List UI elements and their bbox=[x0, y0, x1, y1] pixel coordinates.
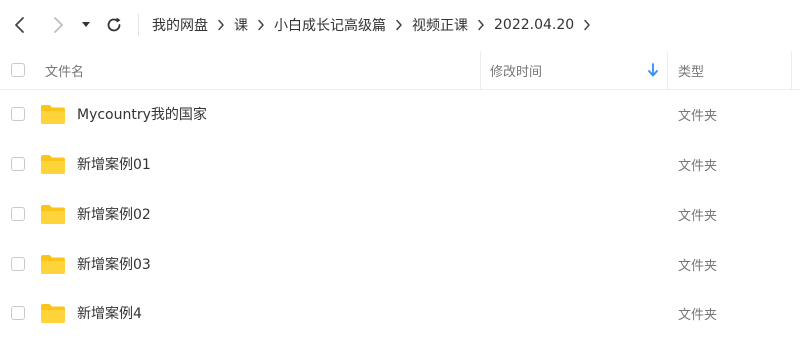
forward-button[interactable] bbox=[46, 13, 70, 37]
column-divider[interactable] bbox=[667, 51, 668, 89]
file-name[interactable]: Mycountry我的国家 bbox=[77, 104, 207, 124]
file-type: 文件夹 bbox=[678, 209, 718, 224]
back-button[interactable] bbox=[8, 13, 32, 37]
column-header-modified[interactable]: 修改时间 bbox=[490, 61, 542, 80]
select-all-checkbox[interactable] bbox=[11, 63, 25, 77]
file-name[interactable]: 新增案例02 bbox=[77, 204, 151, 224]
file-type: 文件夹 bbox=[678, 109, 718, 124]
file-row[interactable]: 新增案例4 文件夹 bbox=[0, 288, 800, 338]
chevron-left-icon bbox=[15, 17, 24, 33]
history-dropdown-button[interactable] bbox=[76, 13, 96, 37]
row-checkbox[interactable] bbox=[11, 207, 25, 221]
column-header-name[interactable]: 文件名 bbox=[45, 61, 84, 80]
breadcrumb-separator-icon bbox=[248, 14, 274, 36]
row-checkbox[interactable] bbox=[11, 257, 25, 271]
file-row[interactable]: 新增案例01 文件夹 bbox=[0, 139, 800, 189]
breadcrumb: 我的网盘 课 小白成长记高级篇 视频正课 2022.04.20 bbox=[152, 14, 600, 36]
folder-icon bbox=[41, 155, 65, 174]
file-row[interactable]: 新增案例03 文件夹 bbox=[0, 239, 800, 289]
file-browser-window: 我的网盘 课 小白成长记高级篇 视频正课 2022.04.20 文件名 修改时间… bbox=[0, 0, 800, 338]
row-checkbox[interactable] bbox=[11, 306, 25, 320]
file-name[interactable]: 新增案例4 bbox=[77, 303, 142, 323]
breadcrumb-item-videos[interactable]: 视频正课 bbox=[412, 15, 468, 35]
file-type: 文件夹 bbox=[678, 308, 718, 323]
breadcrumb-item-root[interactable]: 我的网盘 bbox=[152, 15, 208, 35]
breadcrumb-separator-icon bbox=[208, 14, 234, 36]
breadcrumb-item-course[interactable]: 课 bbox=[234, 15, 248, 35]
row-checkbox[interactable] bbox=[11, 157, 25, 171]
breadcrumb-separator-icon bbox=[574, 14, 600, 36]
refresh-icon bbox=[107, 17, 121, 32]
column-divider[interactable] bbox=[791, 51, 792, 89]
toolbar-divider bbox=[138, 14, 139, 36]
breadcrumb-separator-icon bbox=[386, 14, 412, 36]
file-type: 文件夹 bbox=[678, 159, 718, 174]
file-row[interactable]: Mycountry我的国家 文件夹 bbox=[0, 89, 800, 139]
folder-icon bbox=[41, 105, 65, 124]
refresh-button[interactable] bbox=[102, 13, 126, 37]
file-row[interactable]: 新增案例02 文件夹 bbox=[0, 189, 800, 239]
file-type: 文件夹 bbox=[678, 259, 718, 274]
column-header: 文件名 修改时间 类型 bbox=[0, 51, 800, 90]
column-header-type[interactable]: 类型 bbox=[678, 61, 704, 80]
file-name[interactable]: 新增案例01 bbox=[77, 154, 151, 174]
file-name[interactable]: 新增案例03 bbox=[77, 254, 151, 274]
folder-icon bbox=[41, 205, 65, 224]
row-checkbox[interactable] bbox=[11, 107, 25, 121]
folder-icon bbox=[41, 304, 65, 323]
chevron-right-icon bbox=[54, 17, 63, 33]
breadcrumb-item-series[interactable]: 小白成长记高级篇 bbox=[274, 15, 386, 35]
navigation-bar: 我的网盘 课 小白成长记高级篇 视频正课 2022.04.20 bbox=[0, 0, 800, 50]
breadcrumb-separator-icon bbox=[468, 14, 494, 36]
column-divider[interactable] bbox=[480, 51, 481, 89]
folder-icon bbox=[41, 255, 65, 274]
sort-down-arrow-icon[interactable] bbox=[646, 62, 660, 78]
caret-down-icon bbox=[82, 22, 90, 27]
breadcrumb-item-current[interactable]: 2022.04.20 bbox=[494, 17, 574, 33]
